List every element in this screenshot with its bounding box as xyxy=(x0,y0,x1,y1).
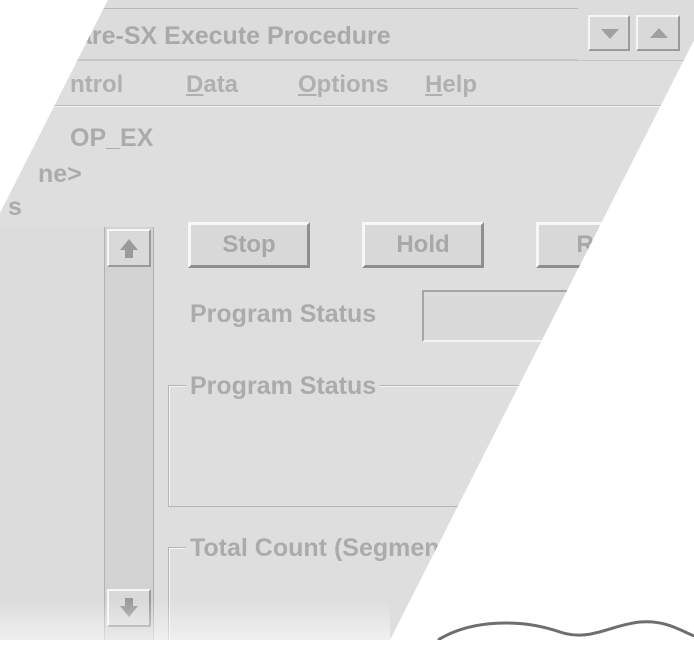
decorative-wave xyxy=(437,620,694,640)
screenshot-canvas: are-SX Execute Procedure ntrol Data Opti… xyxy=(0,0,694,640)
